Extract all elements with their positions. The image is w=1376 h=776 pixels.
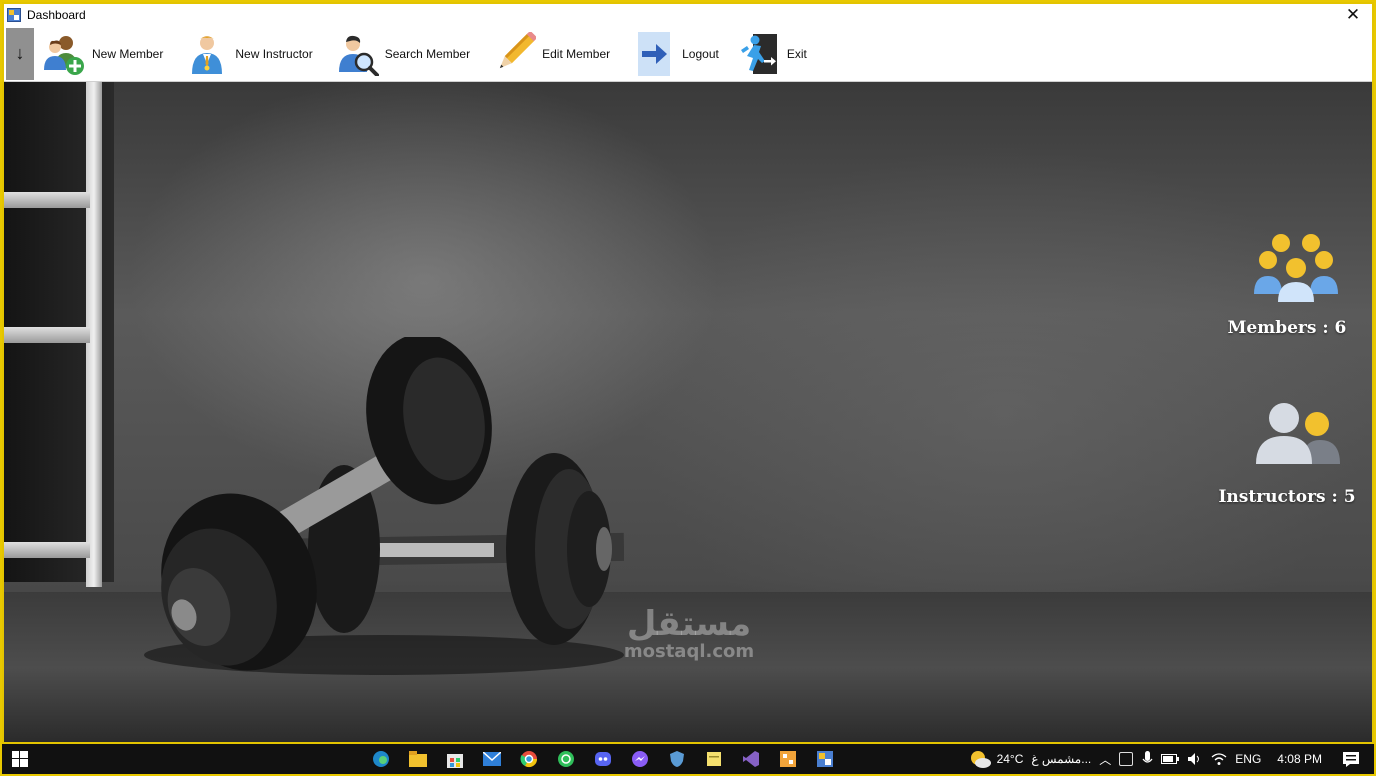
wifi-icon[interactable] bbox=[1211, 752, 1227, 766]
add-user-icon bbox=[42, 32, 86, 76]
weather-temperature[interactable]: 24°C bbox=[997, 752, 1024, 766]
toolbar: ↓ New Member New Instructor Search Membe… bbox=[4, 26, 1372, 82]
chevron-up-icon[interactable]: ︿ bbox=[1099, 751, 1111, 768]
chrome-icon[interactable] bbox=[516, 748, 542, 770]
title-bar: Dashboard ✕ bbox=[4, 4, 1372, 26]
watermark-latin: mostaql.com bbox=[623, 641, 755, 662]
gym-app-icon[interactable] bbox=[812, 748, 838, 770]
language-indicator[interactable]: ENG bbox=[1235, 752, 1261, 766]
members-icon bbox=[1254, 232, 1338, 309]
instructor-icon bbox=[185, 32, 229, 76]
logout-arrow-icon bbox=[632, 31, 676, 76]
whatsapp-icon[interactable] bbox=[553, 748, 579, 770]
edit-member-label: Edit Member bbox=[542, 46, 611, 61]
clock-time[interactable]: 4:08 PM bbox=[1277, 752, 1322, 766]
dashboard-background: Members : 6 Instructors : 5 مستقل mostaq… bbox=[4, 82, 1372, 742]
new-member-label: New Member bbox=[92, 46, 164, 61]
search-user-icon bbox=[335, 32, 379, 77]
app-tile-icon[interactable] bbox=[775, 748, 801, 770]
exit-label: Exit bbox=[786, 46, 807, 61]
taskbar-apps bbox=[368, 744, 849, 774]
microphone-icon[interactable] bbox=[1141, 751, 1153, 767]
close-button[interactable]: ✕ bbox=[1340, 4, 1366, 26]
stats-panel: Members : 6 Instructors : 5 bbox=[1202, 232, 1372, 532]
start-button[interactable] bbox=[2, 744, 38, 774]
instructors-icon bbox=[1254, 402, 1344, 473]
edge-icon[interactable] bbox=[368, 748, 394, 770]
app-icon bbox=[7, 8, 21, 22]
system-tray: 24°C مشمس غ... ︿ ENG 4:08 PM bbox=[969, 744, 1374, 774]
store-icon[interactable] bbox=[442, 748, 468, 770]
mostaql-watermark: مستقل mostaql.com bbox=[604, 606, 774, 662]
weather-description[interactable]: مشمس غ... bbox=[1031, 752, 1091, 766]
volume-icon[interactable] bbox=[1187, 752, 1203, 766]
file-explorer-icon[interactable] bbox=[405, 748, 431, 770]
visual-studio-icon[interactable] bbox=[738, 748, 764, 770]
sticky-notes-icon[interactable] bbox=[701, 748, 727, 770]
dumbbells-image bbox=[144, 337, 624, 675]
close-icon: ✕ bbox=[1345, 5, 1361, 24]
battery-icon[interactable] bbox=[1161, 753, 1180, 765]
new-instructor-label: New Instructor bbox=[235, 46, 313, 61]
search-member-label: Search Member bbox=[384, 46, 471, 61]
security-icon[interactable] bbox=[664, 748, 690, 770]
search-member-button[interactable]: Search Member bbox=[335, 26, 470, 81]
app-window: Dashboard ✕ ↓ New Member New Instructor … bbox=[2, 2, 1374, 744]
new-member-button[interactable]: New Member bbox=[42, 26, 163, 81]
discord-icon[interactable] bbox=[590, 748, 616, 770]
messenger-icon[interactable] bbox=[627, 748, 653, 770]
pencil-icon bbox=[492, 30, 538, 76]
down-arrow-icon: ↓ bbox=[15, 43, 25, 63]
camera-icon[interactable] bbox=[1119, 752, 1134, 766]
exit-door-icon bbox=[737, 32, 781, 76]
exit-button[interactable]: Exit bbox=[737, 26, 807, 81]
windows-logo-icon bbox=[12, 751, 28, 767]
edit-member-button[interactable]: Edit Member bbox=[492, 26, 610, 81]
members-count-label: Members : 6 bbox=[1227, 318, 1347, 338]
watermark-arabic: مستقل bbox=[626, 604, 752, 644]
mail-icon[interactable] bbox=[479, 748, 505, 770]
logout-button[interactable]: Logout bbox=[632, 26, 719, 81]
notifications-icon[interactable] bbox=[1342, 751, 1360, 767]
instructors-count-label: Instructors : 5 bbox=[1218, 487, 1356, 507]
logout-label: Logout bbox=[682, 46, 719, 61]
gym-rack-image bbox=[4, 82, 114, 587]
new-instructor-button[interactable]: New Instructor bbox=[185, 26, 313, 81]
windows-taskbar: 24°C مشمس غ... ︿ ENG 4:08 PM bbox=[2, 744, 1374, 774]
menu-toggle-button[interactable]: ↓ bbox=[6, 27, 34, 80]
window-title: Dashboard bbox=[27, 8, 86, 22]
weather-icon[interactable] bbox=[969, 749, 991, 769]
